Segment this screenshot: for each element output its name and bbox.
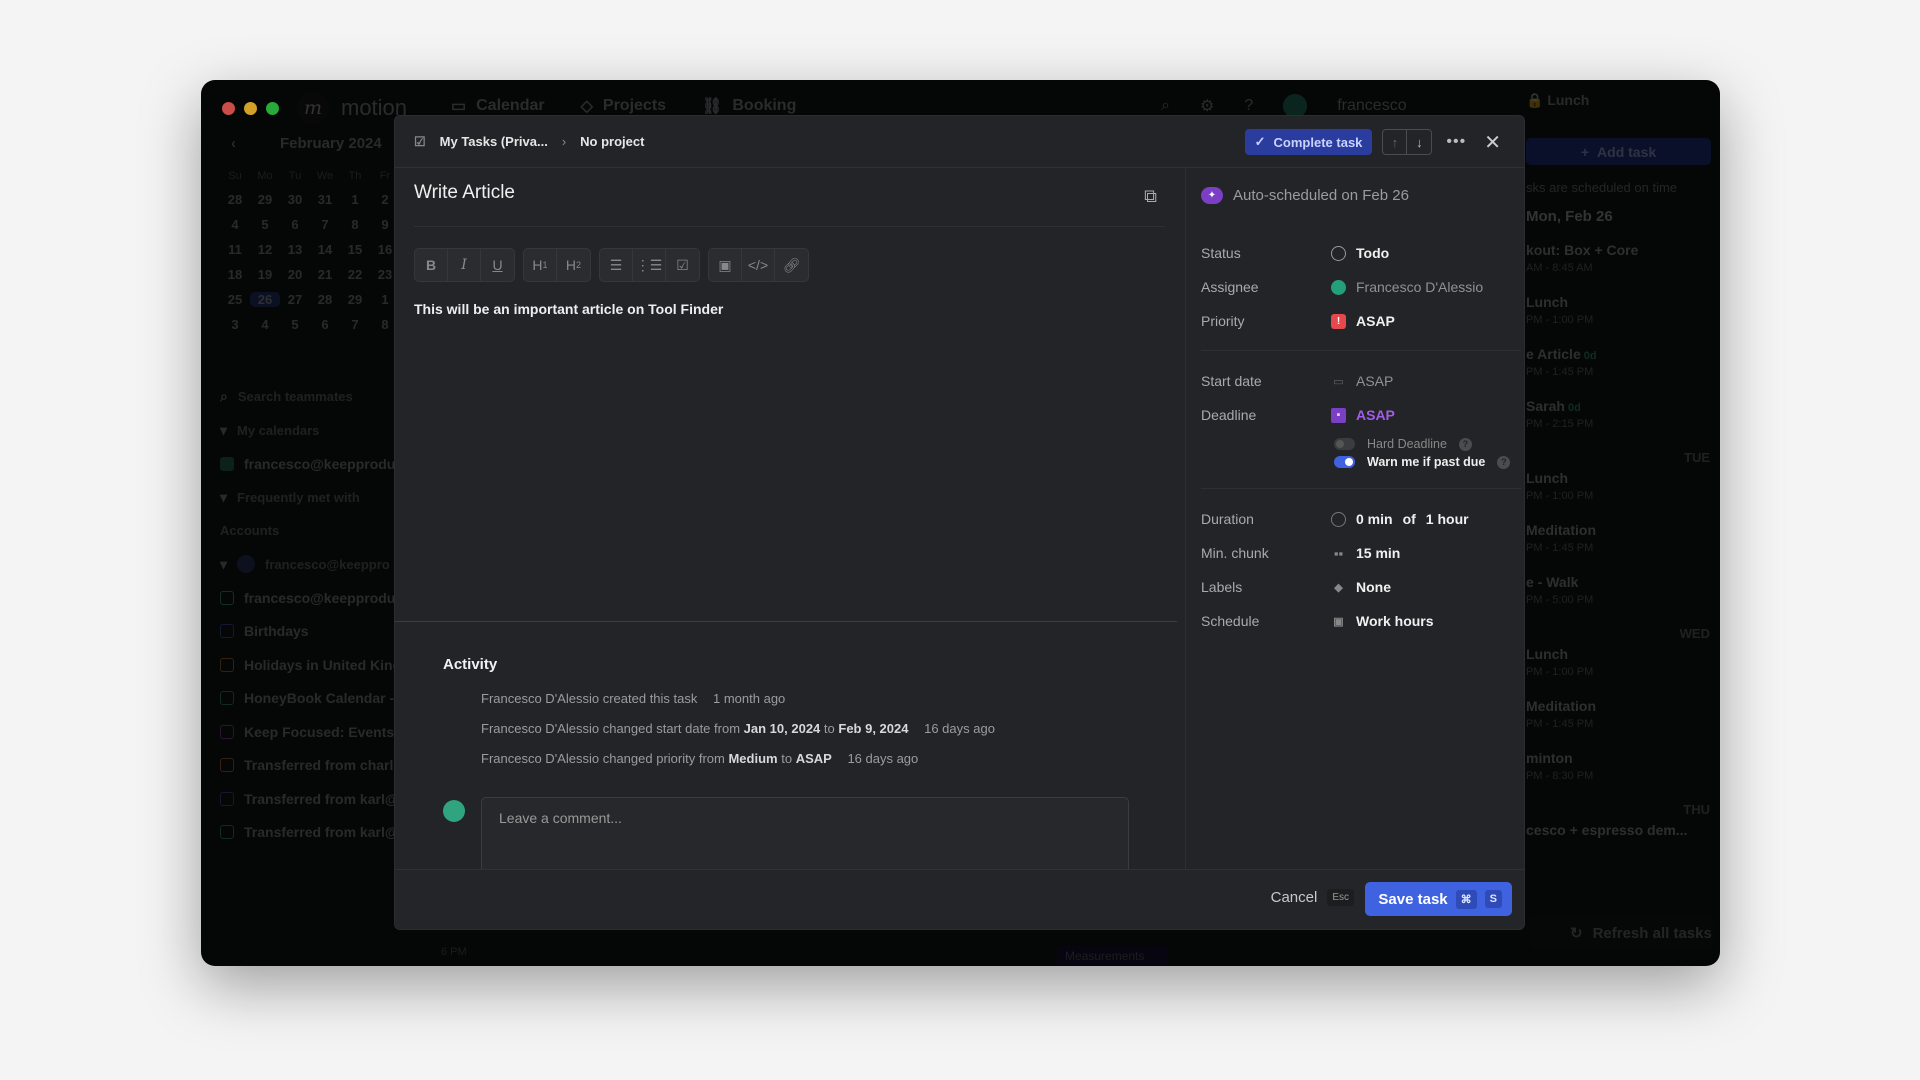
activity-heading: Activity (443, 656, 498, 673)
image-button[interactable]: ▣ (709, 249, 742, 281)
progress-circle-icon (1331, 511, 1346, 527)
status-value: Todo (1356, 245, 1390, 261)
warn-past-due-switch[interactable] (1334, 456, 1355, 468)
breadcrumb: ☑ My Tasks (Priva... › No project (414, 134, 644, 150)
grid-icon: ▪▪ (1333, 545, 1344, 561)
user-avatar-icon (1331, 279, 1346, 295)
bullet-list-button[interactable]: ☰ (600, 249, 633, 281)
min-chunk-row[interactable]: Min. chunk ▪▪ 15 min (1201, 542, 1400, 564)
shortcut-esc: Esc (1327, 889, 1354, 906)
task-title-input[interactable]: Write Article (414, 182, 1165, 204)
help-icon[interactable]: ? (1458, 437, 1472, 451)
close-icon[interactable]: ✕ (1480, 130, 1505, 155)
comment-input[interactable]: Leave a comment... (481, 797, 1129, 877)
copy-icon[interactable]: ⧉ (1144, 186, 1157, 207)
properties-panel: ✦ Auto-scheduled on Feb 26 Status Todo A… (1185, 168, 1524, 873)
cancel-button[interactable]: Cancel Esc (1271, 889, 1354, 906)
priority-row[interactable]: Priority ! ASAP (1201, 310, 1395, 332)
checklist-button[interactable]: ☑ (666, 249, 699, 281)
duration-row[interactable]: Duration 0 min of 1 hour (1201, 508, 1469, 530)
complete-task-button[interactable]: ✓ Complete task (1244, 129, 1373, 155)
start-date-row[interactable]: Start date ▭ ASAP (1201, 370, 1393, 392)
help-icon[interactable]: ? (1497, 455, 1511, 469)
task-editor: Write Article ⧉ B I U H1 H2 ☰ ⋮☰ ☑ ▣ </>… (395, 168, 1177, 621)
shortcut-s: S (1484, 890, 1502, 908)
schedule-row[interactable]: Schedule ▣ Work hours (1201, 610, 1434, 632)
priority-alert-icon: ! (1331, 313, 1346, 329)
priority-value: ASAP (1356, 313, 1395, 329)
labels-row[interactable]: Labels ◆ None (1201, 576, 1391, 598)
auto-schedule-toggle[interactable]: ✦ Auto-scheduled on Feb 26 (1201, 187, 1409, 204)
activity-entry: Francesco D'Alessio changed priority fro… (481, 751, 919, 766)
modal-footer: Cancel Esc Save task ⌘ S (395, 869, 1524, 929)
save-task-button[interactable]: Save task ⌘ S (1365, 882, 1512, 916)
underline-button[interactable]: U (481, 249, 514, 281)
hard-deadline-switch[interactable] (1334, 438, 1355, 450)
calendar-clock-icon: ▣ (1333, 615, 1344, 628)
activity-entry: Francesco D'Alessio created this task 1 … (481, 691, 786, 706)
check-icon: ✓ (1254, 134, 1266, 149)
heading1-button[interactable]: H1 (524, 249, 557, 281)
heading2-button[interactable]: H2 (557, 249, 590, 281)
link-button[interactable]: 🔗︎ (775, 249, 808, 281)
previous-task-button[interactable]: ↑ (1383, 130, 1408, 154)
text-style-group: B I U (414, 248, 515, 282)
shortcut-cmd: ⌘ (1455, 889, 1477, 909)
heading-group: H1 H2 (523, 248, 591, 282)
calendar-icon: ▭ (1333, 375, 1344, 388)
breadcrumb-project[interactable]: No project (580, 134, 644, 149)
warn-past-due-toggle[interactable]: Warn me if past due ? (1334, 455, 1511, 469)
next-task-button[interactable]: ↓ (1407, 130, 1431, 154)
task-description[interactable]: This will be an important article on Too… (414, 301, 723, 317)
numbered-list-button[interactable]: ⋮☰ (633, 249, 666, 281)
start-date-value: ASAP (1356, 373, 1394, 389)
more-options-icon[interactable]: ••• (1442, 133, 1470, 151)
commenter-avatar (443, 800, 465, 822)
auto-schedule-icon: ✦ (1201, 187, 1223, 204)
activity-section: Activity Francesco D'Alessio created thi… (443, 656, 1163, 781)
divider (1201, 488, 1521, 489)
divider (1201, 350, 1521, 351)
task-navigation: ↑ ↓ (1382, 129, 1433, 155)
code-button[interactable]: </> (742, 249, 775, 281)
bold-button[interactable]: B (415, 249, 448, 281)
activity-entry: Francesco D'Alessio changed start date f… (481, 721, 995, 736)
list-group: ☰ ⋮☰ ☑ (599, 248, 700, 282)
hard-deadline-toggle[interactable]: Hard Deadline ? (1334, 437, 1472, 451)
assignee-row[interactable]: Assignee Francesco D'Alessio (1201, 276, 1483, 298)
assignee-value: Francesco D'Alessio (1356, 279, 1484, 295)
divider (395, 621, 1177, 622)
chevron-right-icon: › (561, 134, 567, 149)
insert-group: ▣ </> 🔗︎ (708, 248, 809, 282)
deadline-calendar-icon: ▪ (1331, 407, 1346, 423)
tag-icon: ◆ (1334, 581, 1343, 594)
title-row: Write Article ⧉ (414, 182, 1165, 227)
status-circle-icon (1331, 245, 1346, 261)
breadcrumb-workspace[interactable]: My Tasks (Priva... (440, 134, 548, 149)
header-actions: ✓ Complete task ↑ ↓ ••• ✕ (1244, 129, 1505, 155)
task-modal: ☑ My Tasks (Priva... › No project ✓ Compl… (394, 115, 1525, 930)
italic-button[interactable]: I (448, 249, 481, 281)
task-checkbox-icon: ☑ (414, 133, 426, 149)
deadline-value: ASAP (1356, 407, 1395, 423)
formatting-toolbar: B I U H1 H2 ☰ ⋮☰ ☑ ▣ </> 🔗︎ (414, 248, 809, 282)
status-row[interactable]: Status Todo (1201, 242, 1389, 264)
modal-header: ☑ My Tasks (Priva... › No project ✓ Compl… (395, 116, 1524, 168)
deadline-row[interactable]: Deadline ▪ ASAP (1201, 404, 1395, 426)
